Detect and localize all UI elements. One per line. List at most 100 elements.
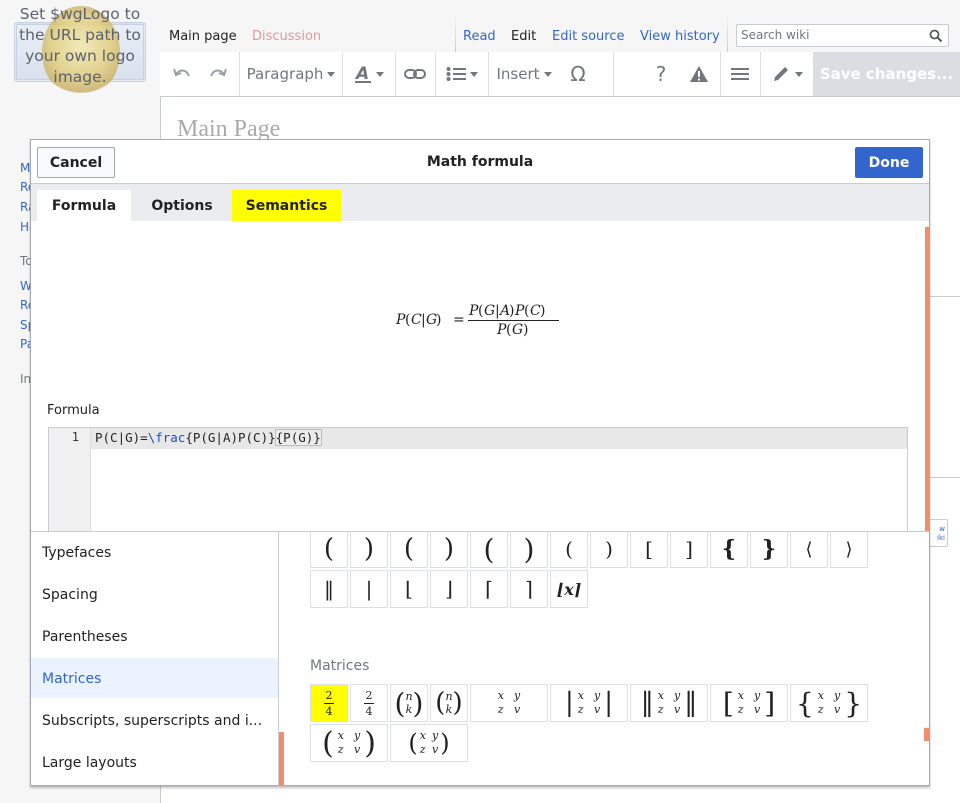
matrix-entry: x — [497, 689, 504, 702]
palette-symbol[interactable]: ] — [670, 532, 708, 568]
palette-symbol[interactable]: ( — [550, 532, 588, 568]
text-style-icon: A — [354, 64, 371, 84]
palette-symbol[interactable]: ( — [390, 532, 428, 568]
palette-symbol[interactable]: [ — [630, 532, 668, 568]
svg-text:(: ( — [524, 303, 529, 319]
warning-icon[interactable] — [682, 52, 716, 96]
svg-text:(: ( — [506, 322, 511, 338]
category-spacing[interactable]: Spacing — [31, 574, 278, 614]
matrix-entry: y — [674, 689, 681, 702]
format-dropdown[interactable]: Paragraph — [242, 52, 340, 96]
edit-mode-dropdown[interactable] — [762, 52, 812, 96]
palette-fraction-text[interactable]: 24 — [350, 684, 388, 722]
toolbar-separator — [239, 52, 240, 96]
category-large-layouts[interactable]: Large layouts — [31, 742, 278, 782]
matrix-entry: y — [354, 729, 361, 742]
palette-symbol[interactable]: ‖ — [310, 570, 348, 608]
palette-matrix-parens[interactable]: (x y z v) — [310, 724, 388, 762]
palette-matrix-small-parens[interactable]: (x y z v) — [390, 724, 468, 762]
palette-symbol[interactable]: ⌋ — [430, 570, 468, 608]
formula-field-label: Formula — [47, 403, 100, 418]
matrix-entry: z — [817, 703, 824, 716]
formula-code-line[interactable]: P(C|G)=\frac{P(G|A)P(C)}{P(G)} — [95, 429, 322, 446]
svg-text:): ) — [523, 322, 528, 338]
category-subscripts[interactable]: Subscripts, superscripts and i... — [31, 700, 278, 740]
svg-text:|: | — [495, 303, 500, 319]
code-text: {P(G|A)P(C)} — [185, 430, 276, 445]
tab-read[interactable]: Read — [463, 29, 496, 44]
palette-matrix-braces[interactable]: {x y z v} — [790, 684, 868, 722]
palette-matrix-vbars[interactable]: | x y z v | — [550, 684, 628, 722]
save-button[interactable]: Save changes... — [813, 52, 960, 96]
category-parentheses[interactable]: Parentheses — [31, 616, 278, 656]
sidebar-link[interactable]: M — [20, 161, 30, 175]
palette-symbol[interactable]: { — [710, 532, 748, 568]
palette-symbol[interactable]: ⌊x⌉ — [550, 570, 588, 608]
palette-symbol[interactable]: ) — [590, 532, 628, 568]
palette-symbol[interactable]: ) — [350, 532, 388, 568]
link-icon[interactable] — [396, 52, 434, 96]
matrix-entry: x — [737, 689, 744, 702]
palette-matrix-double-vbars[interactable]: ‖ x y z v ‖ — [630, 684, 708, 722]
category-typefaces[interactable]: Typefaces — [31, 532, 278, 572]
toolbar-separator — [760, 52, 761, 96]
tab-semantics[interactable]: Semantics — [232, 190, 341, 221]
chevron-down-icon — [795, 71, 803, 77]
palette-symbol[interactable]: ) — [510, 532, 548, 568]
matrices-section-title: Matrices — [310, 658, 370, 674]
palette-matrix-plain[interactable]: xyzv — [470, 684, 548, 722]
undo-icon[interactable] — [166, 52, 198, 96]
palette-symbol[interactable]: ( — [470, 532, 508, 568]
tab-edit-source[interactable]: Edit source — [552, 29, 624, 44]
svg-text:): ) — [436, 312, 441, 328]
dialog-header: Math formula Cancel Done — [31, 140, 929, 184]
done-button[interactable]: Done — [855, 147, 923, 178]
palette-scrollbar[interactable] — [924, 728, 929, 741]
powered-by-badge[interactable]: w iki — [929, 519, 948, 547]
svg-text:): ) — [509, 303, 514, 319]
cancel-button[interactable]: Cancel — [37, 147, 115, 178]
palette-symbol[interactable]: ⟨ — [790, 532, 828, 568]
tab-main-page[interactable]: Main page — [169, 29, 237, 44]
search-icon[interactable] — [929, 29, 943, 43]
code-keyword: \frac — [147, 430, 186, 445]
menu-icon[interactable] — [722, 52, 758, 96]
help-icon[interactable]: ? — [644, 52, 678, 96]
formula-code-editor[interactable]: 1 P(C|G)=\frac{P(G|A)P(C)}{P(G)} — [48, 427, 908, 533]
tab-edit[interactable]: Edit — [511, 29, 536, 44]
matrix-entry: x — [337, 729, 344, 742]
tab-discussion[interactable]: Discussion — [252, 29, 321, 44]
category-matrices[interactable]: Matrices — [31, 658, 278, 698]
tab-formula[interactable]: Formula — [37, 190, 131, 221]
palette-symbol[interactable]: ) — [430, 532, 468, 568]
palette-symbol[interactable]: } — [750, 532, 788, 568]
site-logo[interactable]: Set $wgLogo to the URL path to your own … — [14, 2, 146, 102]
matrix-entry: v — [432, 743, 439, 756]
list-dropdown[interactable] — [436, 52, 488, 96]
palette-binomial-text[interactable]: (n k) — [430, 684, 468, 722]
matrix-entry: z — [737, 703, 744, 716]
text-style-dropdown[interactable]: A — [344, 52, 394, 96]
svg-text:|: | — [421, 312, 426, 328]
fraction-denominator: 4 — [325, 704, 333, 718]
redo-icon[interactable] — [202, 52, 234, 96]
palette-fraction-display[interactable]: 24 — [310, 684, 348, 722]
search-input[interactable]: Search wiki — [736, 24, 949, 47]
divider — [930, 477, 960, 478]
palette-symbol[interactable]: ⟩ — [830, 532, 868, 568]
code-text: P(C|G)= — [95, 430, 148, 445]
palette-symbol[interactable]: ⌉ — [510, 570, 548, 608]
palette-symbol[interactable]: | — [350, 570, 388, 608]
tab-view-history[interactable]: View history — [640, 29, 720, 44]
toolbar-separator — [720, 52, 721, 96]
palette-matrix-brackets[interactable]: [x y z v] — [710, 684, 788, 722]
matrix-entry: y — [834, 689, 841, 702]
tab-options[interactable]: Options — [137, 190, 227, 221]
palette-symbol[interactable]: ( — [310, 532, 348, 568]
special-character-icon[interactable]: Ω — [560, 52, 596, 96]
chevron-down-icon — [327, 71, 336, 77]
palette-symbol[interactable]: ⌈ — [470, 570, 508, 608]
palette-binomial-display[interactable]: (n k) — [390, 684, 428, 722]
insert-dropdown[interactable]: Insert — [490, 52, 558, 96]
palette-symbol[interactable]: ⌊ — [390, 570, 428, 608]
